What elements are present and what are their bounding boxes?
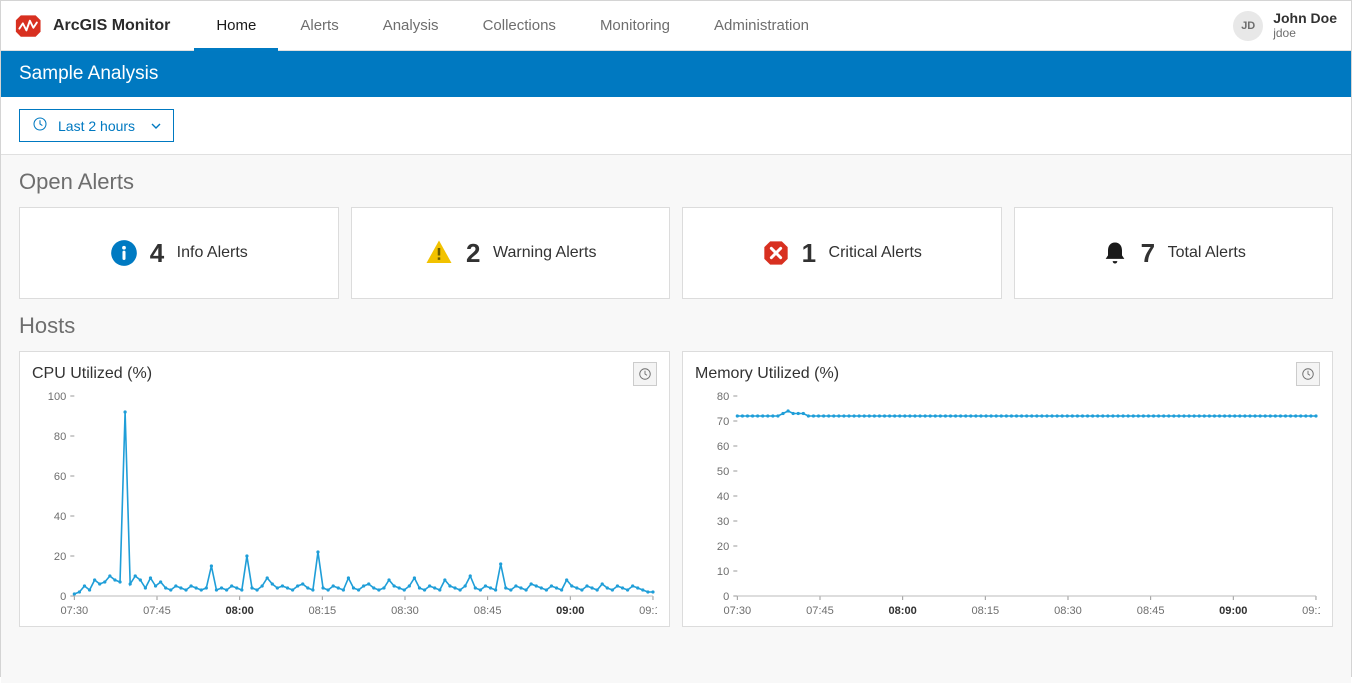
nav-label: Alerts — [300, 17, 338, 34]
clock-icon — [638, 367, 652, 381]
svg-text:07:45: 07:45 — [806, 605, 834, 617]
alert-count: 2 — [466, 238, 481, 269]
nav-label: Home — [216, 17, 256, 34]
alert-label: Warning Alerts — [493, 244, 596, 262]
page-title: Sample Analysis — [19, 63, 158, 85]
warning-icon — [424, 238, 454, 268]
svg-text:40: 40 — [717, 491, 729, 503]
critical-icon — [762, 239, 790, 267]
chart-body: 0 10 20 30 40 50 60 70 80 07:30 07:45 08:00 08:15 08:… — [695, 390, 1320, 620]
top-nav: ArcGIS Monitor Home Alerts Analysis Coll… — [1, 1, 1351, 51]
time-range-picker[interactable]: Last 2 hours — [19, 109, 174, 142]
clock-icon — [1301, 367, 1315, 381]
user-name: John Doe — [1273, 11, 1337, 26]
chart-body: 0 20 40 60 80 100 07:30 07:45 08:00 08:15 08:30 08:… — [32, 390, 657, 620]
section-open-alerts-title: Open Alerts — [19, 169, 1333, 195]
nav-alerts[interactable]: Alerts — [278, 1, 360, 50]
page-banner: Sample Analysis — [1, 51, 1351, 97]
svg-text:60: 60 — [717, 441, 729, 453]
svg-text:07:45: 07:45 — [143, 605, 171, 617]
alert-card-total[interactable]: 7 Total Alerts — [1014, 207, 1334, 299]
time-range-label: Last 2 hours — [58, 118, 135, 134]
svg-text:09:15: 09:15 — [639, 605, 657, 617]
svg-text:08:30: 08:30 — [1054, 605, 1082, 617]
alert-label: Total Alerts — [1168, 244, 1246, 262]
svg-text:08:15: 08:15 — [971, 605, 999, 617]
alert-label: Critical Alerts — [829, 244, 922, 262]
bell-icon — [1101, 239, 1129, 267]
svg-text:07:30: 07:30 — [60, 605, 88, 617]
avatar: JD — [1233, 11, 1263, 41]
chart-svg: 0 10 20 30 40 50 60 70 80 07:30 07:45 08:00 08:15 08:… — [695, 390, 1320, 620]
chart-title: CPU Utilized (%) — [32, 365, 152, 383]
svg-text:0: 0 — [60, 591, 66, 603]
svg-text:09:15: 09:15 — [1302, 605, 1320, 617]
alert-count: 1 — [802, 238, 817, 269]
nav-administration[interactable]: Administration — [692, 1, 831, 50]
svg-text:50: 50 — [717, 466, 729, 478]
svg-text:10: 10 — [717, 566, 729, 578]
alert-label: Info Alerts — [177, 244, 248, 262]
chart-memory: Memory Utilized (%) 0 10 20 30 40 50 60 70 80 07:… — [682, 351, 1333, 627]
svg-text:100: 100 — [48, 391, 66, 403]
alert-card-critical[interactable]: 1 Critical Alerts — [682, 207, 1002, 299]
info-icon — [110, 239, 138, 267]
chart-time-button[interactable] — [633, 362, 657, 386]
svg-text:09:00: 09:00 — [1219, 605, 1247, 617]
svg-text:08:30: 08:30 — [391, 605, 419, 617]
chart-svg: 0 20 40 60 80 100 07:30 07:45 08:00 08:15 08:30 08:… — [32, 390, 657, 620]
alert-card-info[interactable]: 4 Info Alerts — [19, 207, 339, 299]
svg-text:08:15: 08:15 — [308, 605, 336, 617]
user-text: John Doe jdoe — [1273, 11, 1337, 40]
svg-text:80: 80 — [54, 431, 66, 443]
svg-text:08:00: 08:00 — [888, 605, 916, 617]
svg-text:60: 60 — [54, 471, 66, 483]
app-name: ArcGIS Monitor — [53, 17, 170, 35]
clock-icon — [32, 116, 48, 135]
svg-text:80: 80 — [717, 391, 729, 403]
svg-text:09:00: 09:00 — [556, 605, 584, 617]
chevron-down-icon — [151, 118, 161, 134]
nav-label: Administration — [714, 17, 809, 34]
chart-header: CPU Utilized (%) — [32, 362, 657, 386]
nav-monitoring[interactable]: Monitoring — [578, 1, 692, 50]
chart-time-button[interactable] — [1296, 362, 1320, 386]
alert-count: 4 — [150, 238, 165, 269]
nav-collections[interactable]: Collections — [461, 1, 578, 50]
nav-analysis[interactable]: Analysis — [361, 1, 461, 50]
svg-text:30: 30 — [717, 516, 729, 528]
user-id: jdoe — [1273, 27, 1337, 40]
svg-text:08:00: 08:00 — [225, 605, 253, 617]
nav-label: Monitoring — [600, 17, 670, 34]
chart-cpu: CPU Utilized (%) 02040608010007:3007:450… — [19, 351, 670, 627]
content: Open Alerts 4 Info Alerts 2 Warning Aler… — [1, 154, 1351, 683]
svg-text:08:45: 08:45 — [1137, 605, 1165, 617]
svg-text:07:30: 07:30 — [723, 605, 751, 617]
alert-count: 7 — [1141, 238, 1156, 269]
chart-header: Memory Utilized (%) — [695, 362, 1320, 386]
nav-label: Analysis — [383, 17, 439, 34]
svg-text:20: 20 — [717, 541, 729, 553]
section-hosts-title: Hosts — [19, 313, 1333, 339]
alert-cards: 4 Info Alerts 2 Warning Alerts 1 Critica… — [19, 207, 1333, 299]
svg-text:40: 40 — [54, 511, 66, 523]
nav-home[interactable]: Home — [194, 1, 278, 50]
svg-text:20: 20 — [54, 551, 66, 563]
svg-text:70: 70 — [717, 416, 729, 428]
svg-text:08:45: 08:45 — [474, 605, 502, 617]
user-area[interactable]: JD John Doe jdoe — [1233, 11, 1337, 41]
svg-text:0: 0 — [723, 591, 729, 603]
charts-row: CPU Utilized (%) 02040608010007:3007:450… — [19, 351, 1333, 627]
alert-card-warning[interactable]: 2 Warning Alerts — [351, 207, 671, 299]
app-brand[interactable]: ArcGIS Monitor — [15, 12, 170, 40]
toolbar: Last 2 hours — [1, 97, 1351, 154]
nav-items: Home Alerts Analysis Collections Monitor… — [194, 1, 831, 50]
nav-label: Collections — [483, 17, 556, 34]
chart-title: Memory Utilized (%) — [695, 365, 839, 383]
app-logo-icon — [15, 12, 43, 40]
